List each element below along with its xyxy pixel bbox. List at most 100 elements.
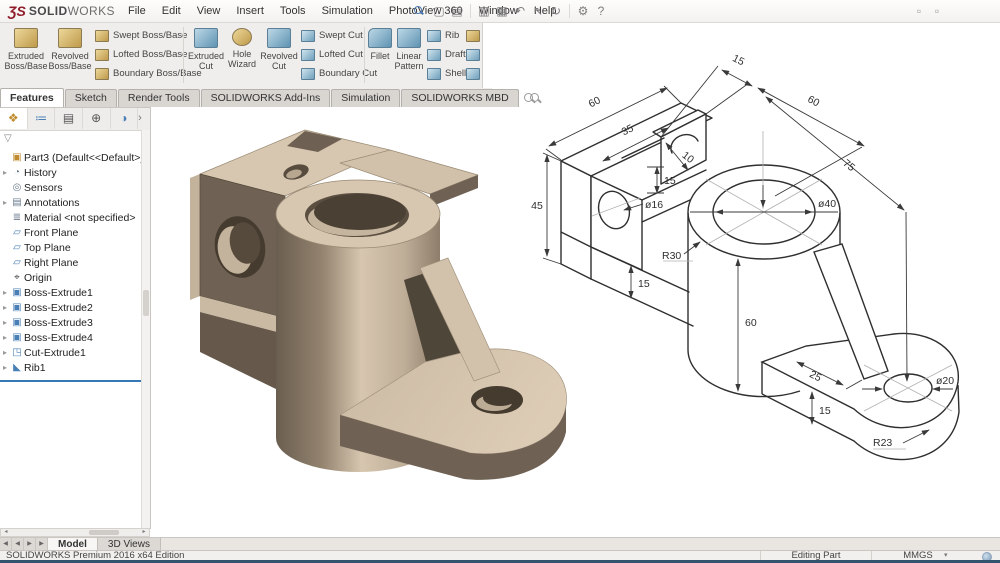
expand-arrow-icon[interactable]: ▸	[0, 318, 10, 327]
panel-flyout-chevron-icon[interactable]: ›	[138, 108, 150, 130]
rollback-bar[interactable]	[0, 380, 142, 382]
expand-arrow-icon[interactable]: ▸	[0, 168, 10, 177]
rib-icon	[427, 30, 441, 42]
tab-features[interactable]: Features	[0, 88, 64, 107]
menu-bar: ƷS SOLID WORKS File Edit View Insert Too…	[0, 0, 1000, 23]
tree-item-sensors[interactable]: ◎ Sensors	[0, 180, 142, 195]
tree-item-cut-extrude1[interactable]: ▸ ◳ Cut-Extrude1	[0, 345, 142, 360]
quick-access-toolbar: ▢ ▤ ▥ ▦ ↶ ↖ ↻ ⚙ ? ▫ ▫	[430, 0, 946, 22]
window-restore-icon[interactable]: ▫	[928, 0, 946, 22]
menu-simulation[interactable]: Simulation	[314, 0, 381, 22]
feature-manager-panel: ❖ ≔ ▤ ⊕ ◑ › ▽ ▣ Part3 (Default<<Default>…	[0, 107, 151, 529]
tab-simulation[interactable]: Simulation	[331, 89, 400, 107]
pin-menu-icon[interactable]	[414, 6, 423, 15]
displaymanager-tab[interactable]: ◑	[111, 108, 139, 129]
undo-icon[interactable]: ↶	[511, 0, 529, 22]
menu-file[interactable]: File	[120, 0, 154, 22]
lofted-boss-base-button[interactable]: Lofted Boss/Base	[95, 45, 202, 64]
logo-mark-icon: ƷS	[8, 3, 26, 19]
featuremanager-tab[interactable]: ❖	[0, 108, 28, 129]
tree-item-history[interactable]: ▸ ◔ History	[0, 165, 142, 180]
revolved-cut-icon	[267, 28, 291, 48]
dim-dia40: ø40	[818, 198, 836, 210]
boss-extrude-icon: ▣	[10, 287, 24, 298]
tab-render-tools[interactable]: Render Tools	[118, 89, 200, 107]
mirror-button[interactable]: Mi	[466, 64, 483, 83]
scroll-right-icon[interactable]: ▸	[139, 529, 149, 536]
part-3d-model[interactable]	[190, 130, 567, 480]
boundary-boss-base-button[interactable]: Boundary Boss/Base	[95, 64, 202, 83]
dimxpertmanager-tab[interactable]: ⊕	[83, 108, 111, 129]
save-icon[interactable]: ▥	[475, 0, 493, 22]
new-document-icon[interactable]: ▢	[430, 0, 448, 22]
expand-arrow-icon[interactable]: ▸	[0, 288, 10, 297]
revolved-cut-button[interactable]: RevolvedCut	[259, 26, 299, 71]
fillet-icon	[368, 28, 392, 48]
material-icon: ≣	[10, 212, 24, 223]
open-icon[interactable]: ▤	[448, 0, 466, 22]
lofted-cut-button[interactable]: Lofted Cut	[301, 45, 377, 64]
mirror-icon	[466, 68, 480, 80]
origin-icon: ⌖	[10, 272, 24, 283]
tree-item-rib1[interactable]: ▸ ◣ Rib1	[0, 360, 142, 375]
configurationmanager-tab[interactable]: ▤	[55, 108, 83, 129]
expand-arrow-icon[interactable]: ▸	[0, 303, 10, 312]
intersect-button[interactable]: Int	[466, 45, 483, 64]
rebuild-icon[interactable]: ↻	[547, 0, 565, 22]
panel-vertical-scrollbar[interactable]	[141, 130, 150, 529]
menu-view[interactable]: View	[189, 0, 229, 22]
shell-button[interactable]: Shell	[427, 64, 466, 83]
annotations-icon: ▤	[10, 197, 24, 208]
tree-item-right-plane[interactable]: ▱ Right Plane	[0, 255, 142, 270]
tab-solidworks-add-ins[interactable]: SOLIDWORKS Add-Ins	[201, 89, 331, 107]
extruded-cut-button[interactable]: ExtrudedCut	[187, 26, 225, 71]
rib-feature-icon: ◣	[10, 362, 24, 373]
help-icon[interactable]: ?	[592, 0, 610, 22]
tree-item-boss-extrude4[interactable]: ▸ ▣ Boss-Extrude4	[0, 330, 142, 345]
expand-arrow-icon[interactable]: ▸	[0, 198, 10, 207]
tree-item-annotations[interactable]: ▸ ▤ Annotations	[0, 195, 142, 210]
tab-sketch[interactable]: Sketch	[65, 89, 117, 107]
tree-item-material[interactable]: ≣ Material <not specified>	[0, 210, 142, 225]
feature-tree: ▣ Part3 (Default<<Default>_Displa ▸ ◔ Hi…	[0, 150, 142, 375]
draft-button[interactable]: Draft	[427, 45, 466, 64]
revolved-boss-base-button[interactable]: RevolvedBoss/Base	[48, 26, 92, 71]
shell-icon	[427, 68, 441, 80]
options-icon[interactable]: ⚙	[574, 0, 592, 22]
menu-tools[interactable]: Tools	[272, 0, 314, 22]
fillet-button[interactable]: Fillet	[367, 26, 393, 61]
tree-root-part3[interactable]: ▣ Part3 (Default<<Default>_Displa	[0, 150, 142, 165]
wrap-button[interactable]: W	[466, 26, 483, 45]
expand-arrow-icon[interactable]: ▸	[0, 333, 10, 342]
dim-60-top-right: 60	[805, 93, 821, 109]
extruded-boss-base-button[interactable]: ExtrudedBoss/Base	[4, 26, 48, 71]
tab-solidworks-mbd[interactable]: SOLIDWORKS MBD	[401, 89, 518, 107]
panel-horizontal-scrollbar[interactable]: ◂ ▸	[0, 528, 150, 537]
menu-edit[interactable]: Edit	[154, 0, 189, 22]
tree-item-boss-extrude1[interactable]: ▸ ▣ Boss-Extrude1	[0, 285, 142, 300]
manager-tab-bar: ❖ ≔ ▤ ⊕ ◑ ›	[0, 108, 150, 131]
tree-item-boss-extrude2[interactable]: ▸ ▣ Boss-Extrude2	[0, 300, 142, 315]
hole-wizard-button[interactable]: HoleWizard	[226, 26, 258, 69]
tree-filter-icon[interactable]: ▽	[4, 133, 12, 144]
scrollbar-thumb[interactable]	[89, 530, 119, 535]
boundary-cut-button[interactable]: Boundary Cut	[301, 64, 377, 83]
scroll-left-icon[interactable]: ◂	[1, 529, 11, 536]
tree-item-origin[interactable]: ⌖ Origin	[0, 270, 142, 285]
tree-item-boss-extrude3[interactable]: ▸ ▣ Boss-Extrude3	[0, 315, 142, 330]
swept-cut-button[interactable]: Swept Cut	[301, 26, 377, 45]
expand-arrow-icon[interactable]: ▸	[0, 363, 10, 372]
tree-item-top-plane[interactable]: ▱ Top Plane	[0, 240, 142, 255]
select-icon[interactable]: ↖	[529, 0, 547, 22]
tree-item-front-plane[interactable]: ▱ Front Plane	[0, 225, 142, 240]
menu-insert[interactable]: Insert	[228, 0, 272, 22]
propertymanager-tab[interactable]: ≔	[28, 108, 56, 129]
swept-boss-base-button[interactable]: Swept Boss/Base	[95, 26, 202, 45]
print-icon[interactable]: ▦	[493, 0, 511, 22]
extruded-cut-icon	[194, 28, 218, 48]
expand-arrow-icon[interactable]: ▸	[0, 348, 10, 357]
rib-button[interactable]: Rib	[427, 26, 466, 45]
window-minimize-icon[interactable]: ▫	[910, 0, 928, 22]
dim-15-top: 15	[730, 52, 746, 68]
linear-pattern-button[interactable]: LinearPattern	[394, 26, 424, 71]
